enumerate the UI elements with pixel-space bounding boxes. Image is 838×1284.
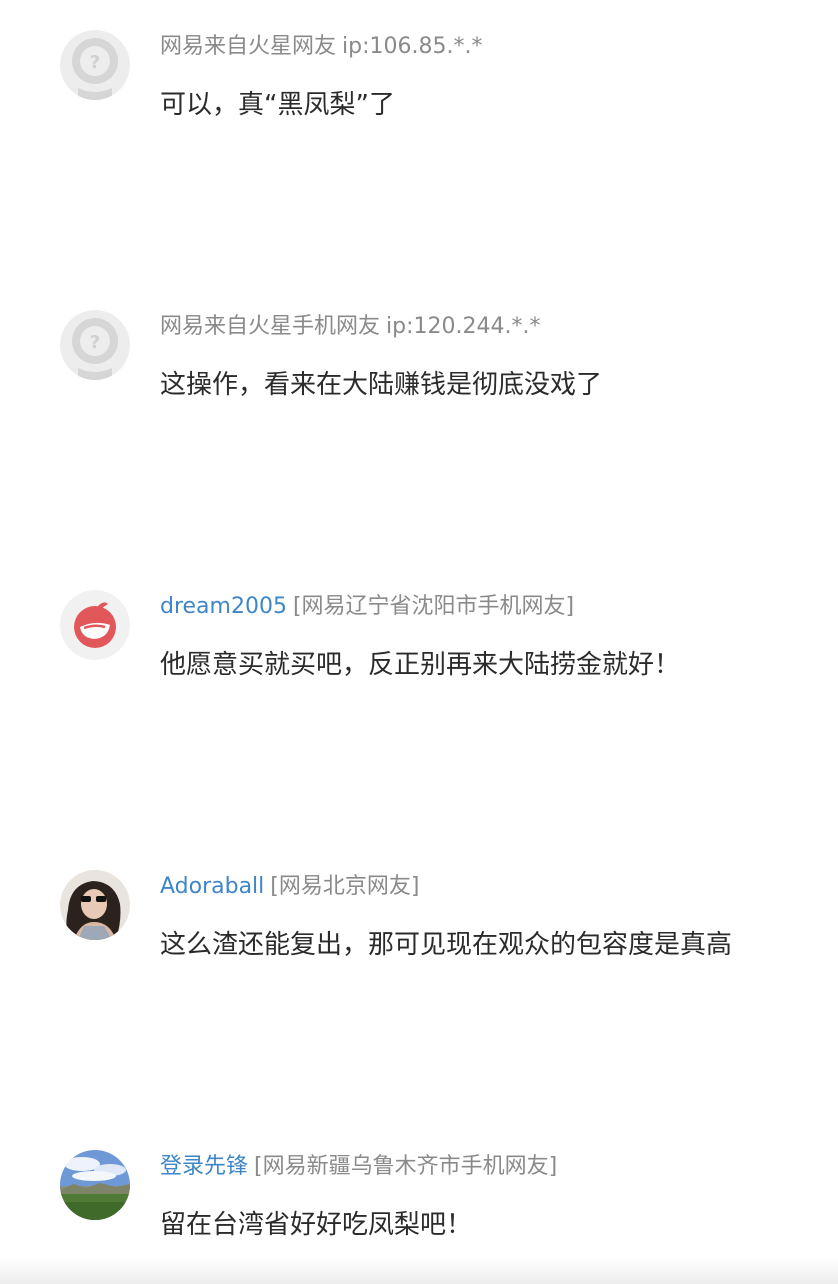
comment-location: ip:106.85.*.* xyxy=(342,34,483,59)
comment-username-link[interactable]: 登录先锋 xyxy=(160,1154,248,1179)
comment-text: 这么渣还能复出，那可见现在观众的包容度是真高 xyxy=(160,930,733,960)
svg-text:?: ? xyxy=(90,332,100,353)
comment-item: 登录先锋 [网易新疆乌鲁木齐市手机网友] 留在台湾省好好吃凤梨吧！ xyxy=(0,1150,838,1270)
comment-location: [网易新疆乌鲁木齐市手机网友] xyxy=(254,1154,558,1179)
comment-location: ip:120.244.*.* xyxy=(386,314,541,339)
comment-meta: dream2005 [网易辽宁省沈阳市手机网友] xyxy=(160,592,574,622)
default-avatar-icon[interactable]: ? xyxy=(60,30,130,100)
comment-item: ? 网易来自火星手机网友 ip:120.244.*.* 这操作，看来在大陆赚钱是彻… xyxy=(0,310,838,430)
comment-item: dream2005 [网易辽宁省沈阳市手机网友] 他愿意买就买吧，反正别再来大陆捞… xyxy=(0,590,838,710)
comment-username-link[interactable]: dream2005 xyxy=(160,594,287,619)
comment-text: 留在台湾省好好吃凤梨吧！ xyxy=(160,1210,473,1240)
comment-item: ? 网易来自火星网友 ip:106.85.*.* 可以，真“黑凤梨”了 xyxy=(0,30,838,150)
comment-username: 网易来自火星网友 xyxy=(160,34,337,59)
photo-avatar-icon[interactable] xyxy=(60,870,130,940)
red-logo-avatar-icon[interactable] xyxy=(60,590,130,660)
comment-location: [网易辽宁省沈阳市手机网友] xyxy=(292,594,575,619)
comment-text: 这操作，看来在大陆赚钱是彻底没戏了 xyxy=(160,370,603,400)
comment-meta: 网易来自火星手机网友 ip:120.244.*.* xyxy=(160,312,540,342)
comment-username: 网易来自火星手机网友 xyxy=(160,314,381,339)
landscape-avatar-icon[interactable] xyxy=(60,1150,130,1220)
comment-meta: 网易来自火星网友 ip:106.85.*.* xyxy=(160,32,482,62)
bottom-shadow xyxy=(0,1258,838,1284)
comment-username-link[interactable]: Adoraball xyxy=(160,874,264,899)
comment-meta: 登录先锋 [网易新疆乌鲁木齐市手机网友] xyxy=(160,1152,557,1182)
svg-text:?: ? xyxy=(90,52,100,73)
comment-location: [网易北京网友] xyxy=(270,874,420,899)
comment-text: 可以，真“黑凤梨”了 xyxy=(160,90,395,120)
comment-meta: Adoraball [网易北京网友] xyxy=(160,872,419,902)
default-avatar-icon[interactable]: ? xyxy=(60,310,130,380)
comment-text: 他愿意买就买吧，反正别再来大陆捞金就好！ xyxy=(160,650,681,680)
comment-item: Adoraball [网易北京网友] 这么渣还能复出，那可见现在观众的包容度是真高 xyxy=(0,870,838,990)
